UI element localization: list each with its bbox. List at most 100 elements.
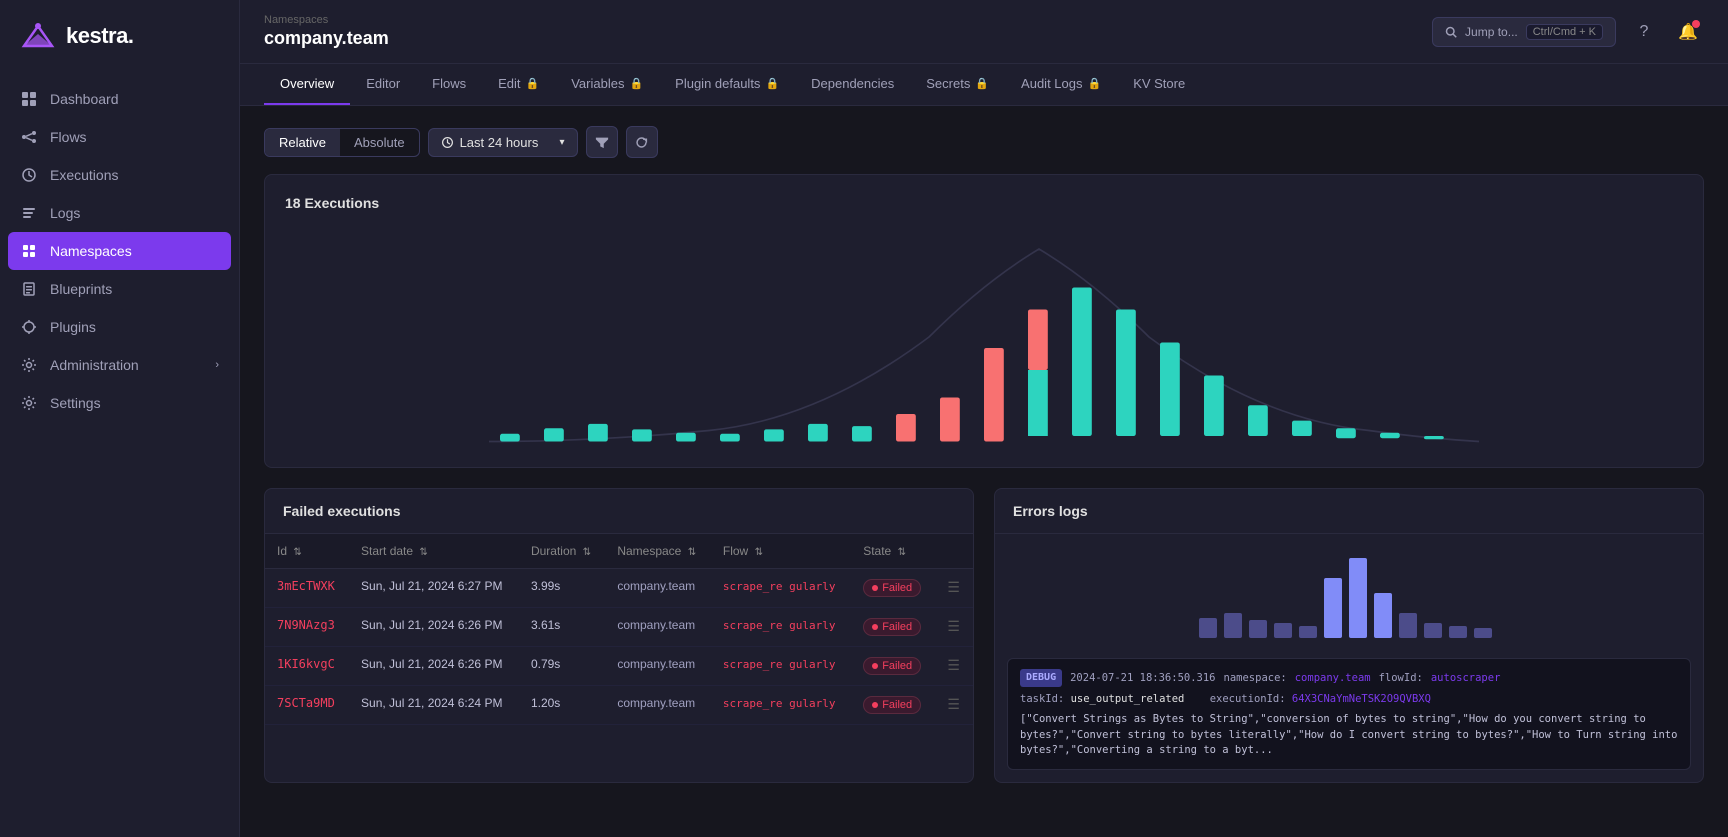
col-start-date[interactable]: Start date ⇅	[349, 534, 519, 569]
tab-editor[interactable]: Editor	[350, 64, 416, 105]
sidebar-item-administration[interactable]: Administration ›	[0, 346, 239, 384]
col-id[interactable]: Id ⇅	[265, 534, 349, 569]
col-namespace[interactable]: Namespace ⇅	[605, 534, 711, 569]
executions-chart-title: 18 Executions	[285, 195, 1683, 211]
sidebar-item-logs[interactable]: Logs	[0, 194, 239, 232]
col-flow[interactable]: Flow ⇅	[711, 534, 851, 569]
content-area: Relative Absolute Last 24 hours ▾ 18 Exe…	[240, 106, 1728, 837]
notification-button[interactable]: 🔔	[1672, 16, 1704, 48]
chevron-down-icon: ▾	[560, 137, 565, 148]
time-range-select[interactable]: Last 24 hours ▾	[428, 128, 578, 157]
sidebar-item-label-flows: Flows	[50, 129, 87, 145]
log-task-val: use_output_related	[1071, 693, 1185, 705]
refresh-icon	[635, 136, 648, 149]
log-body: ["Convert Strings as Bytes to String","c…	[1020, 712, 1678, 759]
tab-dependencies[interactable]: Dependencies	[795, 64, 910, 105]
jump-to-button[interactable]: Jump to... Ctrl/Cmd + K	[1432, 17, 1616, 47]
grid-icon	[20, 90, 38, 108]
sidebar-item-dashboard[interactable]: Dashboard	[0, 80, 239, 118]
tabs-bar: Overview Editor Flows Edit 🔒 Variables 🔒…	[240, 64, 1728, 106]
status-badge: Failed	[863, 618, 921, 636]
tab-plugin-defaults[interactable]: Plugin defaults 🔒	[659, 64, 795, 105]
namespace-cell: company.team	[617, 579, 695, 593]
sidebar-item-label-plugins: Plugins	[50, 319, 96, 335]
chevron-right-icon: ›	[215, 359, 219, 371]
time-mode-toggle: Relative Absolute	[264, 128, 420, 157]
namespace-cell: company.team	[617, 657, 695, 671]
duration: 0.79s	[531, 657, 560, 671]
log-terminal: DEBUG 2024-07-21 18:36:50.316 namespace:…	[1007, 658, 1691, 770]
duration: 3.99s	[531, 579, 560, 593]
filter-options-button[interactable]	[586, 126, 618, 158]
flow-icon	[20, 128, 38, 146]
sidebar-item-label-logs: Logs	[50, 205, 80, 221]
row-menu-icon[interactable]: ☰	[947, 618, 960, 634]
tab-flows[interactable]: Flows	[416, 64, 482, 105]
duration: 3.61s	[531, 618, 560, 632]
failed-executions-title: Failed executions	[265, 489, 973, 534]
absolute-filter-button[interactable]: Absolute	[340, 129, 419, 156]
flow-cell[interactable]: scrape_re gularly	[723, 658, 836, 671]
sidebar-item-label-namespaces: Namespaces	[50, 243, 132, 259]
sidebar-item-plugins[interactable]: Plugins	[0, 308, 239, 346]
col-duration[interactable]: Duration ⇅	[519, 534, 605, 569]
breadcrumb: Namespaces	[264, 14, 389, 26]
row-menu-icon[interactable]: ☰	[947, 696, 960, 712]
sidebar-item-label-settings: Settings	[50, 395, 101, 411]
status-badge: Failed	[863, 579, 921, 597]
table-row[interactable]: 1KI6kvgC Sun, Jul 21, 2024 6:26 PM 0.79s…	[265, 647, 973, 686]
tab-secrets[interactable]: Secrets 🔒	[910, 64, 1005, 105]
errors-panel-inner: DEBUG 2024-07-21 18:36:50.316 namespace:…	[995, 534, 1703, 782]
status-badge: Failed	[863, 657, 921, 675]
sidebar: kestra. Dashboard Flows Executions	[0, 0, 240, 837]
help-button[interactable]: ?	[1628, 16, 1660, 48]
flow-cell[interactable]: scrape_re gularly	[723, 697, 836, 710]
tab-variables[interactable]: Variables 🔒	[555, 64, 659, 105]
notification-badge	[1692, 20, 1700, 28]
sidebar-item-executions[interactable]: Executions	[0, 156, 239, 194]
plugins-icon	[20, 318, 38, 336]
execution-id[interactable]: 3mEcTWXK	[277, 579, 335, 593]
refresh-button[interactable]	[626, 126, 658, 158]
page-title: company.team	[264, 28, 389, 49]
lock-icon: 🔒	[765, 77, 779, 90]
row-menu-icon[interactable]: ☰	[947, 657, 960, 673]
start-date: Sun, Jul 21, 2024 6:26 PM	[361, 618, 502, 632]
sidebar-item-label-executions: Executions	[50, 167, 118, 183]
log-namespace-val: company.team	[1295, 670, 1371, 687]
table-row[interactable]: 7SCTa9MD Sun, Jul 21, 2024 6:24 PM 1.20s…	[265, 686, 973, 725]
sidebar-item-settings[interactable]: Settings	[0, 384, 239, 422]
sidebar-item-label-administration: Administration	[50, 357, 139, 373]
topbar-right: Jump to... Ctrl/Cmd + K ? 🔔	[1432, 16, 1704, 48]
failed-executions-panel: Failed executions Id ⇅ Start date ⇅ Dura…	[264, 488, 974, 783]
logo: kestra.	[0, 0, 239, 72]
sidebar-item-namespaces[interactable]: Namespaces	[8, 232, 231, 270]
namespace-cell: company.team	[617, 696, 695, 710]
logo-text: kestra.	[66, 23, 133, 49]
execution-id[interactable]: 7N9NAzg3	[277, 618, 335, 632]
tab-kv-store[interactable]: KV Store	[1117, 64, 1201, 105]
errors-mini-chart	[1007, 546, 1691, 646]
relative-filter-button[interactable]: Relative	[265, 129, 340, 156]
executions-chart-card: 18 Executions	[264, 174, 1704, 468]
sidebar-item-blueprints[interactable]: Blueprints	[0, 270, 239, 308]
execution-id[interactable]: 1KI6kvgC	[277, 657, 335, 671]
logs-icon	[20, 204, 38, 222]
flow-cell[interactable]: scrape_re gularly	[723, 619, 836, 632]
flow-cell[interactable]: scrape_re gularly	[723, 580, 836, 593]
row-menu-icon[interactable]: ☰	[947, 579, 960, 595]
execution-id[interactable]: 7SCTa9MD	[277, 696, 335, 710]
topbar-left: Namespaces company.team	[264, 14, 389, 49]
tab-audit-logs[interactable]: Audit Logs 🔒	[1005, 64, 1117, 105]
col-state[interactable]: State ⇅	[851, 534, 935, 569]
tab-overview[interactable]: Overview	[264, 64, 350, 105]
status-badge: Failed	[863, 696, 921, 714]
table-row[interactable]: 3mEcTWXK Sun, Jul 21, 2024 6:27 PM 3.99s…	[265, 569, 973, 608]
tab-edit[interactable]: Edit 🔒	[482, 64, 555, 105]
clock-icon	[441, 136, 454, 149]
executions-bar-chart	[285, 227, 1683, 447]
sidebar-item-flows[interactable]: Flows	[0, 118, 239, 156]
namespace-cell: company.team	[617, 618, 695, 632]
settings-icon	[20, 394, 38, 412]
table-row[interactable]: 7N9NAzg3 Sun, Jul 21, 2024 6:26 PM 3.61s…	[265, 608, 973, 647]
